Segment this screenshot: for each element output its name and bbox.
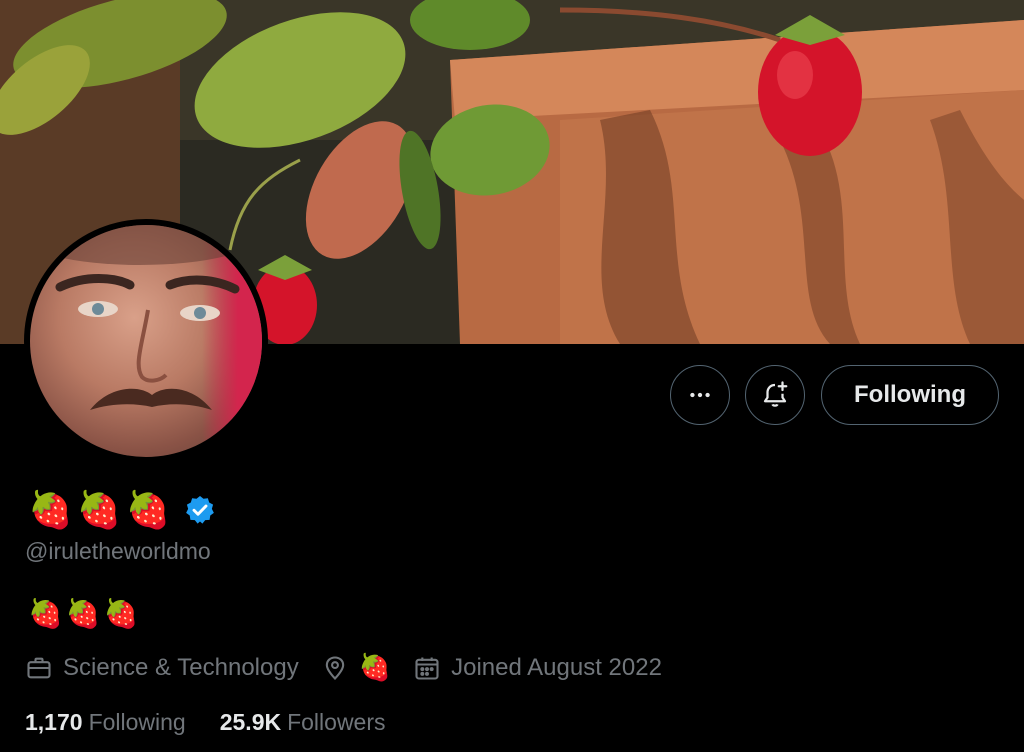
following-button[interactable]: Following [821, 365, 999, 425]
joined-item: Joined August 2022 [413, 654, 662, 682]
calendar-icon [415, 657, 439, 680]
following-count: 1,170 [25, 709, 83, 735]
following-count-label: Following [88, 709, 186, 735]
notifications-button[interactable] [745, 365, 805, 425]
location-item: 🍓 [321, 652, 391, 683]
category-item: Science & Technology [25, 654, 299, 682]
bell-plus-icon [763, 381, 788, 407]
profile-stats: 1,170 Following 25.9K Followers [25, 709, 420, 736]
location-label: 🍓 [358, 652, 392, 682]
verified-badge-icon[interactable] [184, 494, 216, 526]
following-count-link[interactable]: 1,170 Following [25, 709, 186, 736]
bio: 🍓🍓🍓 [28, 598, 142, 629]
profile-meta: Science & Technology 🍓 Joined August 202… [25, 652, 684, 683]
display-name-row: 🍓🍓🍓 [28, 488, 216, 532]
briefcase-icon [27, 657, 51, 678]
avatar-image [30, 225, 262, 457]
more-options-button[interactable] [670, 365, 730, 425]
followers-count-label: Followers [287, 709, 386, 735]
followers-count: 25.9K [219, 709, 282, 735]
followers-count-link[interactable]: 25.9K Followers [220, 709, 386, 736]
location-pin-icon [325, 655, 344, 680]
category-label: Science & Technology [63, 653, 299, 681]
user-handle: @iruletheworldmo [25, 538, 211, 564]
avatar[interactable] [24, 219, 268, 463]
display-name: 🍓🍓🍓 [28, 489, 175, 530]
more-horizontal-icon [690, 392, 710, 398]
joined-label: Joined August 2022 [451, 653, 662, 681]
